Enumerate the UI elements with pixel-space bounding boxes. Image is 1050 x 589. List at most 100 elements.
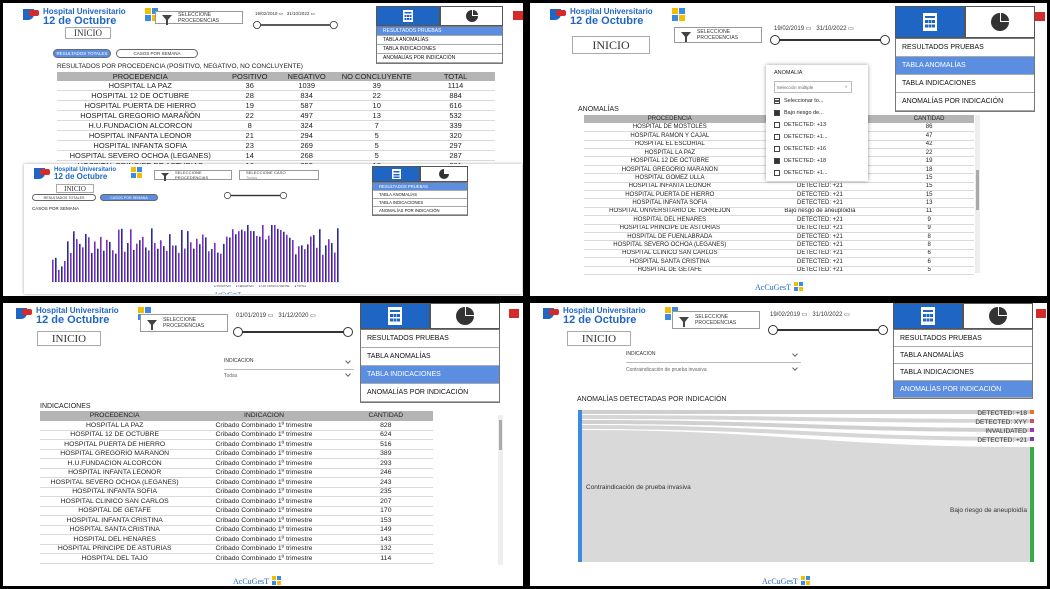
table-row[interactable]: HOSPITAL 12 DE OCTUBRE Cribado Combinado … [40, 430, 433, 440]
select-procedencias-button[interactable]: SELECCIONE PROCEDENCIAS [672, 311, 760, 329]
menu-tabla-anomalias[interactable]: TABLA ANOMALÍAS [894, 347, 1032, 364]
inicio-button[interactable]: INICIO [567, 331, 631, 346]
date-range[interactable]: 19/02/2019 ▭ 31/10/2022 ▭ [770, 311, 850, 318]
checkbox-icon[interactable] [774, 134, 780, 140]
date-range[interactable]: 01/01/2019 ▭ 31/12/2020 ▭ [236, 312, 316, 319]
table-report-button[interactable] [895, 6, 965, 38]
table-row[interactable]: HOSPITAL GREGORIO MARAÑÓN Cribado Combina… [40, 449, 433, 459]
menu-anomalias-indicacion[interactable]: ANOMALÍAS POR INDICACIÓN [377, 54, 502, 63]
anomalia-option[interactable]: DETECTED: +13 [774, 119, 864, 131]
date-range[interactable]: 19/02/2019 ▭ 31/10/2022 ▭ [255, 11, 315, 17]
table-row[interactable]: H.U.FUNDACION ALCORCON 8 324 7 339 [57, 120, 495, 131]
anomalia-option[interactable]: DETECTED: +16 [774, 143, 864, 155]
anomalia-option[interactable]: Seleccionar to... [774, 95, 864, 107]
table-row[interactable]: HOSPITAL LA PAZ Cribado Combinado 1º trim… [40, 420, 433, 431]
tab-resultados-totales[interactable]: RESULTADOS TOTALES [53, 49, 111, 58]
select-procedencias-button[interactable]: SELECCIONE PROCEDENCIAS [155, 11, 243, 25]
slider-handle-start[interactable] [768, 325, 778, 335]
menu-tabla-anomalias[interactable]: TABLA ANOMALÍAS [896, 57, 1034, 75]
menu-tabla-indicaciones[interactable]: TABLA INDICACIONES [361, 366, 499, 384]
date-slider[interactable] [233, 327, 353, 337]
slider-handle-end[interactable] [878, 325, 888, 335]
checkbox-icon[interactable] [774, 170, 780, 176]
menu-resultados-pruebas[interactable]: RESULTADOS PRUEBAS [896, 39, 1034, 57]
table-row[interactable]: HOSPITAL CLINICO SAN CARLOS Cribado Combi… [40, 496, 433, 507]
menu-tabla-indicaciones[interactable]: TABLA INDICACIONES [894, 364, 1032, 381]
anomalia-filter-dropdown[interactable]: ANOMALIA Selección múltiple ^ Seleccionar… [766, 65, 868, 181]
column-header[interactable]: NO CONCLUYENTE [337, 72, 417, 81]
chart-report-button[interactable] [965, 6, 1035, 38]
table-scrollbar[interactable] [498, 415, 503, 565]
select-procedencias-button[interactable]: SELECCIONE PROCEDENCIAS [140, 314, 228, 332]
inicio-button[interactable]: INICIO [65, 27, 111, 39]
menu-tabla-indicaciones[interactable]: TABLA INDICACIONES [377, 45, 502, 54]
anomalia-option[interactable]: DETECTED: +1... [774, 167, 864, 179]
table-row[interactable]: HOSPITAL PUERTA DE HIERRO 19 587 10 616 [57, 100, 495, 111]
select-procedencias-button[interactable]: SELECCIONE PROCEDENCIAS [674, 27, 762, 43]
menu-tabla-anomalias[interactable]: TABLA ANOMALÍAS [373, 191, 467, 199]
select-procedencias-button[interactable]: SELECCIONE PROCEDENCIAS [154, 170, 232, 181]
slider-handle-end[interactable] [329, 21, 338, 29]
date-from[interactable]: 19/02/2019 [774, 26, 804, 32]
menu-anomalias-indicacion[interactable]: ANOMALÍAS POR INDICACIÓN [894, 381, 1032, 398]
menu-tabla-indicaciones[interactable]: TABLA INDICACIONES [896, 75, 1034, 93]
anomalia-option[interactable]: DETECTED: +18 [774, 155, 864, 167]
menu-resultados-pruebas[interactable]: RESULTADOS PRUEBAS [894, 330, 1032, 347]
table-report-button[interactable] [376, 6, 440, 26]
checkbox-partial-icon[interactable] [774, 98, 780, 104]
table-row[interactable]: HOSPITAL CLINICO SAN CARLOS DETECTED: +21… [584, 249, 974, 259]
table-row[interactable]: HOSPITAL DE FUENLABRADA DETECTED: +21 8 [584, 232, 974, 242]
date-to[interactable]: 31/10/2022 [812, 312, 842, 318]
date-range[interactable]: 19/02/2019 ▭ 31/10/2022 ▭ [774, 25, 854, 32]
tab-resultados-totales[interactable]: RESULTADOS TOTALES [32, 194, 96, 201]
table-row[interactable]: HOSPITAL DEL HENARES DETECTED: +21 9 [584, 215, 974, 225]
table-report-button[interactable] [360, 303, 430, 329]
tab-casos-por-semana[interactable]: CASOS POR SEMANA [116, 49, 198, 58]
table-row[interactable]: HOSPITAL INFANTA SOFIA DETECTED: +21 13 [584, 198, 974, 208]
checkbox-icon[interactable] [774, 122, 780, 128]
slider-handle-start[interactable] [233, 327, 243, 337]
date-from[interactable]: 01/01/2019 [236, 313, 266, 319]
date-slider[interactable] [770, 35, 890, 45]
date-slider[interactable] [253, 21, 338, 29]
slider-handle-end[interactable] [880, 35, 890, 45]
table-report-button[interactable] [372, 166, 420, 182]
anomalia-option[interactable]: DETECTED: +1... [774, 131, 864, 143]
indicacion-filter[interactable]: INDICACION Todas [224, 358, 354, 382]
column-header[interactable]: POSITIVO [223, 72, 276, 81]
table-scrollbar[interactable] [975, 115, 980, 273]
select-caso-dropdown[interactable]: SELECCIONE CASO Todos [239, 170, 319, 180]
date-from[interactable]: 19/02/2019 [255, 11, 278, 16]
menu-resultados-pruebas[interactable]: RESULTADOS PRUEBAS [361, 330, 499, 348]
table-row[interactable]: HOSPITAL DEL TAJO Cribado Combinado 1º tr… [40, 553, 433, 564]
table-row[interactable]: HOSPITAL PRINCIPE DE ASTURIAS DETECTED: +… [584, 224, 974, 233]
date-slider[interactable] [768, 325, 888, 335]
table-row[interactable]: HOSPITAL INFANTA SOFIA Cribado Combinado … [40, 487, 433, 497]
menu-resultados-pruebas[interactable]: RESULTADOS PRUEBAS [377, 27, 502, 36]
menu-tabla-indicaciones[interactable]: TABLA INDICACIONES [373, 199, 467, 207]
table-row[interactable]: HOSPITAL PUERTA DE HIERRO DETECTED: +21 15 [584, 190, 974, 200]
menu-anomalias-indicacion[interactable]: ANOMALÍAS POR INDICACIÓN [373, 207, 467, 215]
column-header[interactable]: NEGATIVO [276, 72, 338, 81]
slider-handle-end[interactable] [343, 327, 353, 337]
menu-tabla-anomalias[interactable]: TABLA ANOMALÍAS [377, 36, 502, 45]
table-row[interactable]: H.U.FUNDACION ALCORCON Cribado Combinado … [40, 458, 433, 469]
column-header[interactable]: CANTIDAD [884, 115, 974, 124]
table-report-button[interactable] [893, 303, 963, 329]
table-row[interactable]: HOSPITAL PUERTA DE HIERRO Cribado Combina… [40, 439, 433, 450]
table-row[interactable]: HOSPITAL 12 DE OCTUBRE 28 834 22 884 [57, 90, 495, 101]
anomalia-option[interactable]: Bajo riesgo de... [774, 107, 864, 119]
chart-report-button[interactable] [963, 303, 1033, 329]
date-slider[interactable] [224, 192, 287, 199]
table-row[interactable]: HOSPITAL SANTA CRISTINA DETECTED: +21 6 [584, 257, 974, 267]
menu-anomalias-indicacion[interactable]: ANOMALÍAS POR INDICACIÓN [361, 384, 499, 402]
column-header[interactable]: PROCEDENCIA [584, 115, 756, 124]
selection-mode[interactable]: Selección múltiple ^ [774, 81, 852, 93]
table-row[interactable]: HOSPITAL INFANTA LEONOR Cribado Combinado… [40, 468, 433, 478]
menu-resultados-pruebas[interactable]: RESULTADOS PRUEBAS [373, 183, 467, 191]
column-header[interactable]: TOTAL [416, 72, 495, 81]
column-header[interactable]: PROCEDENCIA [57, 72, 224, 81]
column-header[interactable]: INDICACION [189, 411, 339, 421]
tab-casos-por-semana[interactable]: CASOS POR SEMANA [100, 194, 158, 201]
inicio-button[interactable]: INICIO [572, 36, 650, 54]
